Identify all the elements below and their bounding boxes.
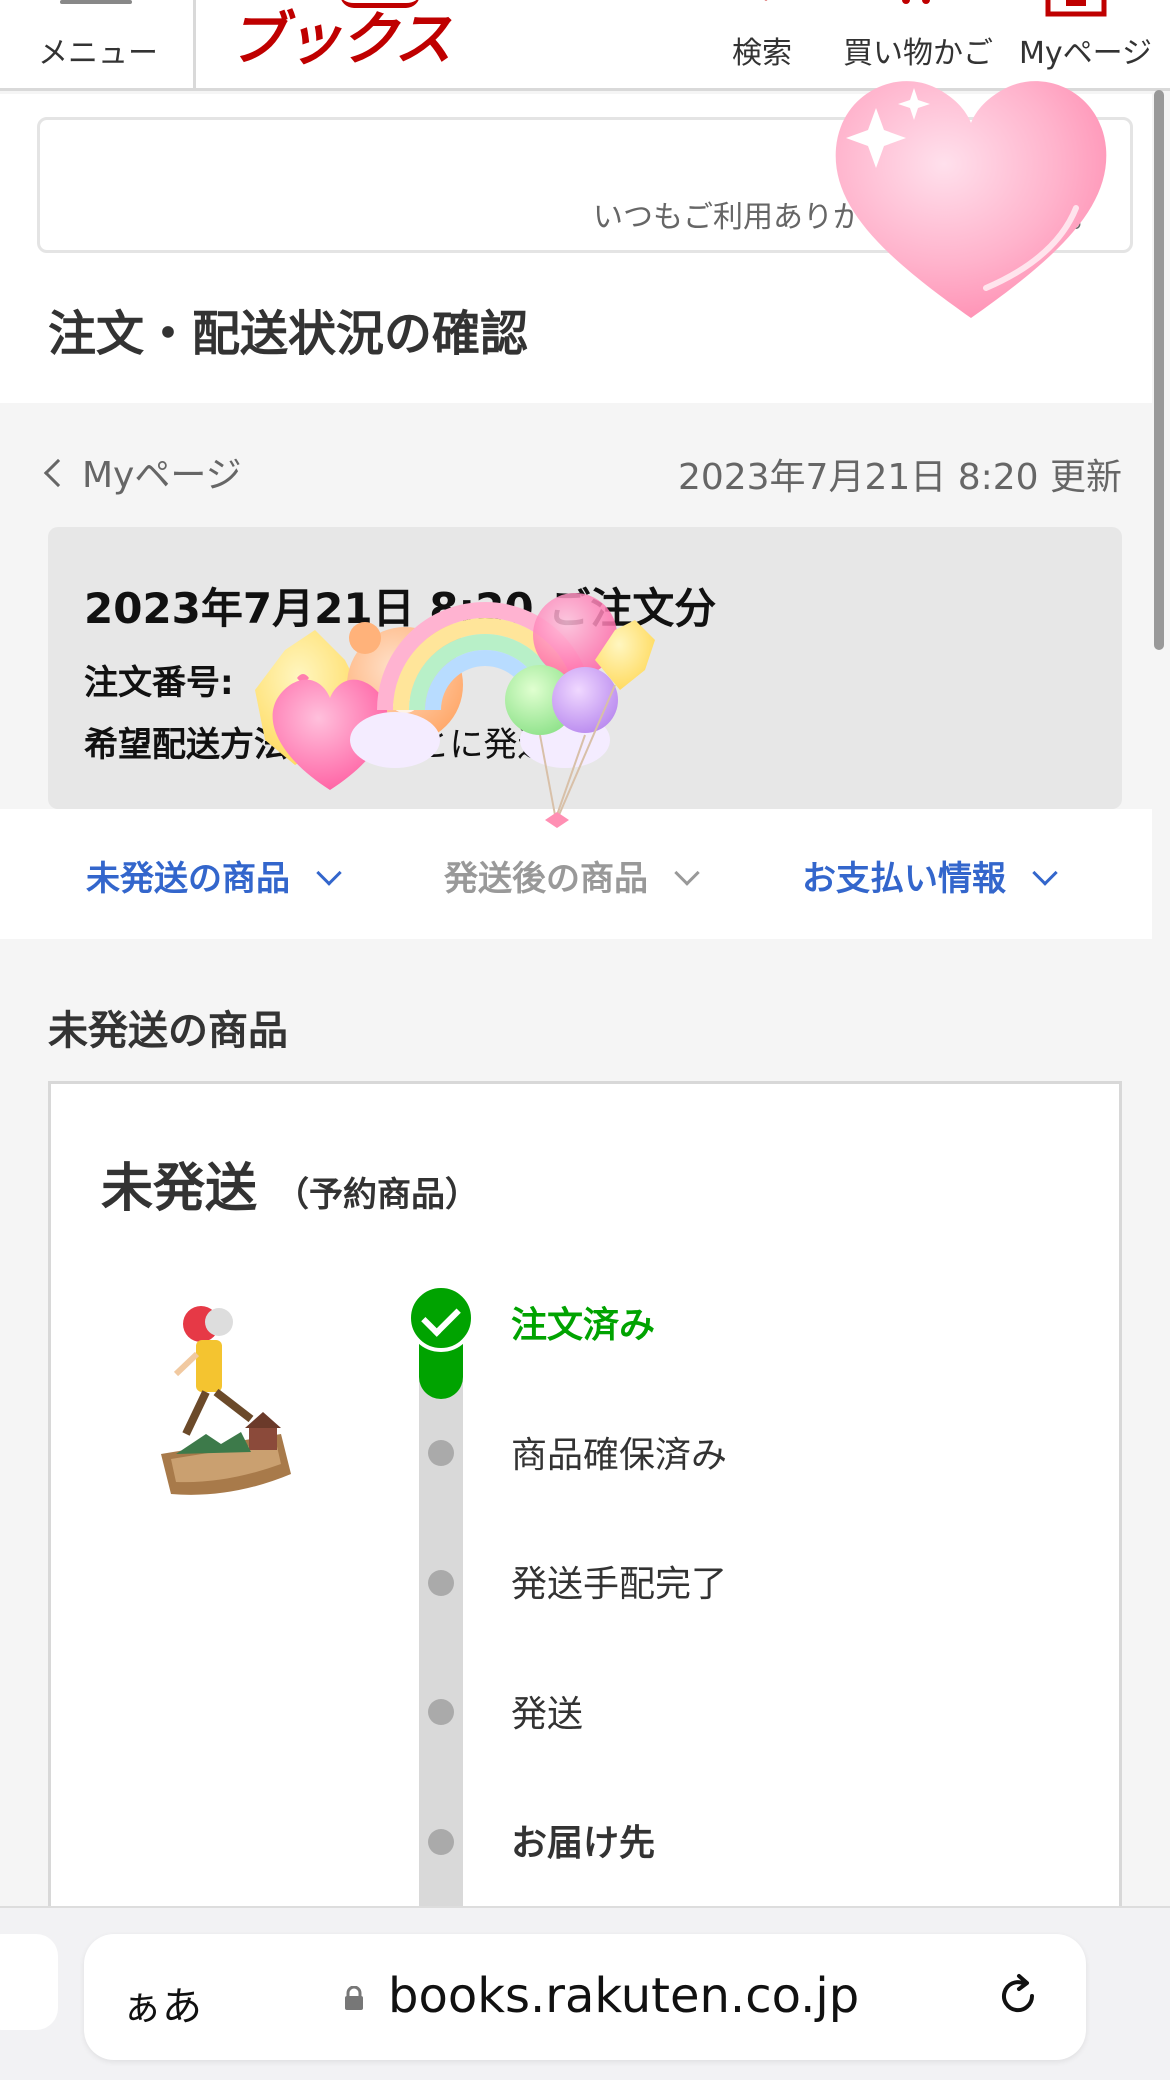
mypage-label[interactable]: Myページ	[1019, 28, 1152, 72]
order-number-label: 注文番号:	[84, 663, 234, 703]
step-dot	[428, 1440, 454, 1466]
tab-label: お支払い情報	[802, 859, 1006, 899]
check-icon	[407, 1284, 475, 1352]
delivery-method-row: 希望配送方法: 商品ごとに発送	[84, 717, 551, 766]
order-summary: 2023年7月21日 8:20 ご注文分 注文番号: 希望配送方法: 商品ごとに…	[48, 527, 1122, 809]
step-dot	[428, 1829, 454, 1855]
reload-icon[interactable]	[994, 1972, 1042, 2020]
previous-tab-peek[interactable]	[0, 1934, 58, 2030]
menu-button[interactable]: メニュー	[0, 0, 196, 91]
chevron-down-icon	[674, 860, 700, 886]
search-icon[interactable]	[740, 0, 780, 6]
back-link-label: Myページ	[82, 455, 242, 496]
notice-area: いつもご利用ありがとうございます。 注文・配送状況の確認	[0, 94, 1152, 403]
step-ordered: 注文済み	[511, 1305, 656, 1346]
card-title-text: 未発送	[101, 1159, 258, 1219]
page-scrollbar[interactable]	[1154, 90, 1164, 650]
address-bar[interactable]: ぁあ books.rakuten.co.jp	[84, 1934, 1086, 2060]
chevron-left-icon	[43, 458, 73, 488]
section-title: 未発送の商品	[48, 1008, 288, 1054]
section-tabs: 未発送の商品 発送後の商品 お支払い情報	[0, 809, 1152, 939]
tab-payment[interactable]: お支払い情報	[802, 851, 1058, 900]
notice-box: いつもご利用ありがとうございます。	[37, 117, 1133, 253]
order-number-row: 注文番号:	[84, 655, 234, 704]
back-to-mypage-link[interactable]: Myページ	[43, 446, 242, 498]
step-secured: 商品確保済み	[511, 1435, 728, 1476]
delivery-method-value: 商品ごとに発送	[313, 725, 552, 765]
page-title: 注文・配送状況の確認	[48, 306, 529, 362]
url-text[interactable]: books.rakuten.co.jp	[388, 1968, 859, 2024]
search-label[interactable]: 検索	[732, 28, 792, 72]
tab-unshipped[interactable]: 未発送の商品	[86, 851, 342, 900]
rakuten-books-logo[interactable]: ブックス	[228, 0, 452, 76]
tab-label: 発送後の商品	[444, 859, 648, 899]
cart-icon[interactable]	[892, 0, 942, 14]
logo-swoosh	[340, 0, 420, 8]
step-dot	[428, 1699, 454, 1725]
mypage-icon[interactable]	[1044, 0, 1108, 20]
updated-timestamp: 2023年7月21日 8:20 更新	[677, 457, 1122, 498]
delivery-method-label: 希望配送方法:	[84, 725, 302, 765]
tab-label: 未発送の商品	[86, 859, 290, 899]
product-thumbnail[interactable]	[131, 1294, 301, 1504]
reader-options-button[interactable]: ぁあ	[122, 1974, 202, 2032]
step-shipped: 発送	[511, 1694, 584, 1735]
menu-label: メニュー	[38, 36, 158, 71]
lock-icon	[345, 1986, 363, 2010]
order-title: 2023年7月21日 8:20 ご注文分	[84, 584, 717, 633]
tab-shipped[interactable]: 発送後の商品	[444, 851, 700, 900]
step-destination: お届け先	[511, 1823, 656, 1864]
hamburger-icon	[60, 0, 132, 4]
browser-toolbar: ぁあ books.rakuten.co.jp	[0, 1906, 1170, 2080]
chevron-down-icon	[316, 860, 342, 886]
chevron-down-icon	[1032, 860, 1058, 886]
top-header: メニュー ブックス 検索 買い物かご Myページ	[0, 0, 1170, 91]
cart-label[interactable]: 買い物かご	[843, 28, 993, 72]
notice-text: いつもご利用ありがとうございます。	[593, 200, 1100, 235]
card-subtitle: （予約商品）	[275, 1175, 480, 1215]
card-title: 未発送 （予約商品）	[101, 1146, 479, 1221]
step-arranged: 発送手配完了	[511, 1564, 728, 1605]
step-dot	[428, 1570, 454, 1596]
